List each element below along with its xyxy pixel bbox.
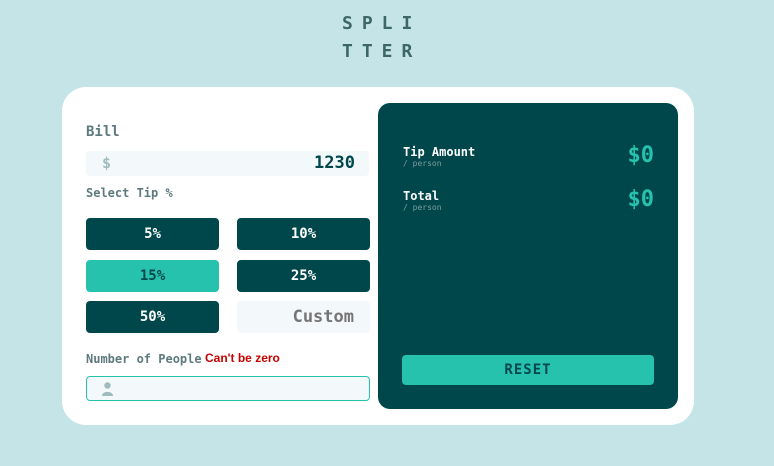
tip-amount-per-person: / person	[403, 159, 442, 168]
total-label: Total	[403, 189, 440, 203]
tip-button-25[interactable]: 25%	[237, 260, 370, 292]
dollar-icon: $	[102, 154, 112, 172]
bill-label: Bill	[86, 124, 120, 140]
custom-tip-input[interactable]	[237, 301, 370, 333]
results-panel: Tip Amount / person $0 Total / person $0…	[378, 103, 678, 409]
app-logo: SPLI TTER	[342, 10, 422, 66]
bill-input[interactable]	[155, 152, 355, 174]
people-input[interactable]	[123, 378, 353, 399]
bill-input-wrapper: $	[86, 151, 369, 176]
total-per-person: / person	[403, 203, 442, 212]
select-tip-label: Select Tip %	[86, 186, 173, 200]
total-value: $0	[627, 187, 655, 212]
number-of-people-label: Number of People	[86, 352, 202, 366]
reset-button[interactable]: RESET	[402, 355, 654, 385]
logo-line-2: TTER	[342, 41, 422, 62]
logo-line-1: SPLI	[342, 13, 422, 34]
person-icon	[102, 381, 113, 400]
people-input-wrapper	[86, 376, 370, 401]
tip-button-15[interactable]: 15%	[86, 260, 219, 292]
tip-amount-label: Tip Amount	[403, 145, 476, 159]
people-error-message: Can't be zero	[205, 351, 280, 365]
tip-button-5[interactable]: 5%	[86, 218, 219, 250]
tip-amount-value: $0	[627, 143, 655, 168]
tip-button-10[interactable]: 10%	[237, 218, 370, 250]
tip-button-50[interactable]: 50%	[86, 301, 219, 333]
